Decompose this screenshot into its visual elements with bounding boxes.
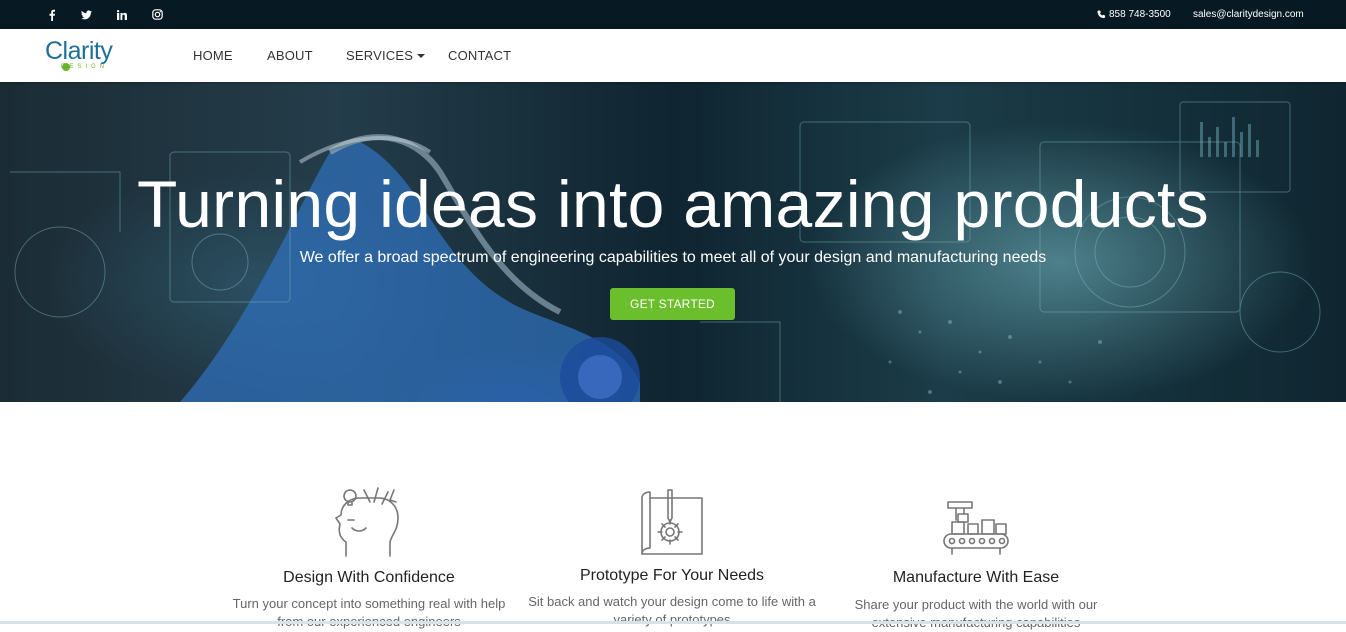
phone-contact[interactable]: 858 748-3500 — [1097, 0, 1171, 29]
get-started-button[interactable]: GET STARTED — [610, 288, 735, 320]
factory-conveyor-icon — [943, 501, 1009, 555]
logo-wordmark: Clarity — [45, 37, 113, 65]
feature-title-manufacture: Manufacture With Ease — [892, 569, 1060, 586]
feature-title-design: Design With Confidence — [283, 569, 455, 586]
phone-number[interactable]: 858 748-3500 — [1109, 9, 1171, 20]
logo-subtitle: DESIGN — [61, 64, 109, 70]
feature-text-manufacture: Share your product with the world with o… — [854, 597, 1098, 630]
twitter-icon[interactable] — [78, 0, 94, 29]
head-ideas-icon — [335, 487, 399, 557]
email-contact[interactable]: sales@claritydesign.com — [1193, 0, 1304, 29]
blueprint-gear-icon — [641, 489, 703, 555]
phone-icon — [1097, 10, 1106, 19]
nav-home[interactable]: HOME — [193, 29, 233, 82]
hero-subtitle: We offer a broad spectrum of engineering… — [299, 249, 1047, 266]
hero-banner: Turning ideas into amazing products We o… — [0, 82, 1346, 402]
top-bar: 858 748-3500 sales@claritydesign.com — [0, 0, 1346, 29]
hero-title: Turning ideas into amazing products — [137, 167, 1209, 241]
nav-about[interactable]: ABOUT — [267, 29, 313, 82]
clarity-design-logo[interactable]: Clarity DESIGN — [44, 37, 134, 73]
hero-background-image — [10, 101, 1321, 402]
linkedin-icon[interactable] — [114, 0, 130, 29]
instagram-icon[interactable] — [149, 0, 165, 29]
feature-text-design: Turn your concept into something real wi… — [232, 596, 506, 629]
facebook-icon[interactable] — [44, 0, 60, 29]
email-address[interactable]: sales@claritydesign.com — [1193, 9, 1304, 20]
chevron-down-icon — [417, 53, 426, 58]
nav-services-label: SERVICES — [346, 48, 414, 63]
main-navbar: Clarity DESIGN HOME ABOUT SERVICES CONTA… — [0, 29, 1346, 82]
feature-title-prototype: Prototype For Your Needs — [579, 567, 765, 584]
nav-contact[interactable]: CONTACT — [448, 29, 511, 82]
nav-services[interactable]: SERVICES — [346, 29, 426, 82]
